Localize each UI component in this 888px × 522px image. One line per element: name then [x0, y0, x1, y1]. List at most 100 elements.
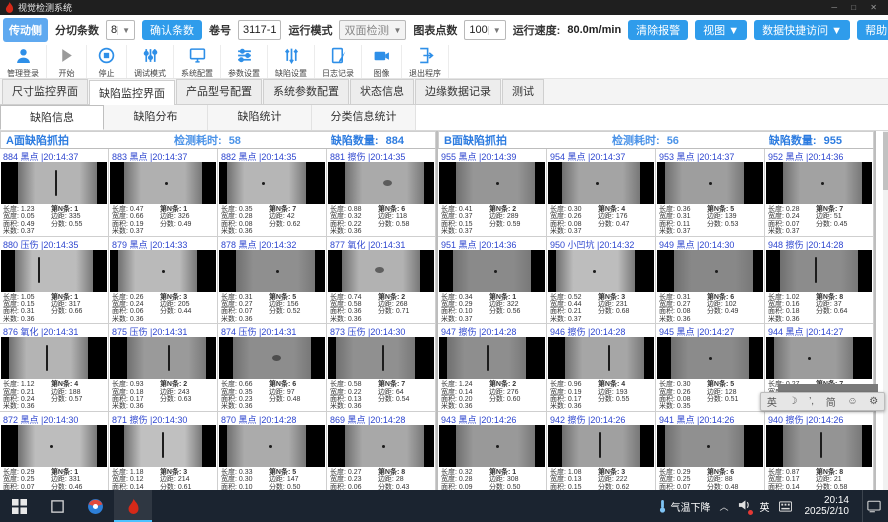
defect-snapshot-image[interactable]: [1, 250, 107, 292]
defect-snapshot-image[interactable]: [766, 337, 872, 379]
subtab-缺陷分布[interactable]: 缺陷分布: [104, 105, 208, 130]
volume-button[interactable]: [738, 499, 751, 514]
defect-cell[interactable]: 952 黑点 |20:14:36 长度: 0.28第N条: 7 宽度: 0.24…: [765, 149, 874, 237]
defect-snapshot-image[interactable]: [1, 162, 107, 204]
defect-cell[interactable]: 951 黑点 |20:14:36 长度: 0.34第N条: 1 宽度: 0.29…: [438, 237, 547, 325]
help-menu-button[interactable]: 帮助 ▼: [857, 20, 888, 40]
defect-cell[interactable]: 874 压伤 |20:14:31 长度: 0.66第N条: 6 宽度: 0.35…: [218, 324, 327, 412]
window-controls[interactable]: ─ □ ✕: [831, 3, 883, 12]
defect-snapshot-image[interactable]: [439, 250, 545, 292]
defect-cell[interactable]: 955 黑点 |20:14:39 长度: 0.41第N条: 2 宽度: 0.37…: [438, 149, 547, 237]
scrollbar-thumb[interactable]: [883, 132, 888, 190]
subtab-缺陷信息[interactable]: 缺陷信息: [0, 105, 104, 130]
defect-cell[interactable]: 950 小凹坑 |20:14:32 长度: 0.52第N条: 3 宽度: 0.4…: [547, 237, 656, 325]
defect-snapshot-image[interactable]: [1, 337, 107, 379]
defect-cell[interactable]: 872 黑点 |20:14:30 长度: 0.29第N条: 1 宽度: 0.25…: [0, 412, 109, 500]
defect-snapshot-image[interactable]: [548, 162, 654, 204]
defect-snapshot-image[interactable]: [219, 250, 325, 292]
ime-simplified-toggle[interactable]: 简: [826, 394, 836, 409]
tab-尺寸监控界面[interactable]: 尺寸监控界面: [2, 79, 88, 104]
confirm-strip-count-button[interactable]: 确认条数: [142, 20, 202, 40]
action-sliders-v[interactable]: 调试模式: [127, 45, 174, 78]
defect-snapshot-image[interactable]: [110, 425, 216, 467]
subtab-缺陷统计[interactable]: 缺陷统计: [208, 105, 312, 130]
defect-snapshot-image[interactable]: [766, 425, 872, 467]
defect-cell[interactable]: 942 擦伤 |20:14:26 长度: 1.08第N条: 3 宽度: 0.13…: [547, 412, 656, 500]
defect-cell[interactable]: 940 擦伤 |20:14:26 长度: 0.87第N条: 8 宽度: 0.17…: [765, 412, 874, 500]
defect-cell[interactable]: 875 压伤 |20:14:31 长度: 0.93第N条: 2 宽度: 0.18…: [109, 324, 218, 412]
defect-cell[interactable]: 954 黑点 |20:14:37 长度: 0.30第N条: 4 宽度: 0.26…: [547, 149, 656, 237]
tab-系统参数配置[interactable]: 系统参数配置: [263, 79, 349, 104]
defect-snapshot-image[interactable]: [110, 162, 216, 204]
defect-snapshot-image[interactable]: [439, 425, 545, 467]
defect-cell[interactable]: 883 黑点 |20:14:37 长度: 0.47第N条: 1 宽度: 0.66…: [109, 149, 218, 237]
defect-cell[interactable]: 949 黑点 |20:14:30 长度: 0.31第N条: 6 宽度: 0.27…: [656, 237, 765, 325]
defect-snapshot-image[interactable]: [439, 337, 545, 379]
strip-count-select[interactable]: 8 ▼: [106, 20, 135, 40]
tab-状态信息[interactable]: 状态信息: [350, 79, 414, 104]
defect-cell[interactable]: 873 压伤 |20:14:30 长度: 0.58第N条: 7 宽度: 0.22…: [327, 324, 436, 412]
defect-cell[interactable]: 946 擦伤 |20:14:28 长度: 0.96第N条: 4 宽度: 0.19…: [547, 324, 656, 412]
defect-cell[interactable]: 884 黑点 |20:14:37 长度: 1.23第N条: 1 宽度: 0.05…: [0, 149, 109, 237]
defect-snapshot-image[interactable]: [657, 337, 763, 379]
action-filter[interactable]: 缺陷设置: [268, 45, 315, 78]
action-log[interactable]: 日志记录: [315, 45, 362, 78]
defect-cell[interactable]: 876 氧化 |20:14:31 长度: 1.12第N条: 4 宽度: 0.21…: [0, 324, 109, 412]
defect-cell[interactable]: 880 压伤 |20:14:35 长度: 1.05第N条: 1 宽度: 0.15…: [0, 237, 109, 325]
defect-snapshot-image[interactable]: [548, 425, 654, 467]
defect-cell[interactable]: 870 黑点 |20:14:28 长度: 0.33第N条: 5 宽度: 0.30…: [218, 412, 327, 500]
defect-snapshot-image[interactable]: [110, 337, 216, 379]
action-monitor[interactable]: 系统配置: [174, 45, 221, 78]
taskbar-inspection-app-button[interactable]: [114, 490, 152, 522]
defect-snapshot-image[interactable]: [328, 162, 434, 204]
start-button[interactable]: [0, 490, 38, 522]
data-quick-access-button[interactable]: 数据快捷访问 ▼: [754, 20, 850, 40]
task-view-button[interactable]: [38, 490, 76, 522]
keyboard-icon[interactable]: [779, 501, 792, 512]
defect-cell[interactable]: 953 黑点 |20:14:37 长度: 0.36第N条: 5 宽度: 0.31…: [656, 149, 765, 237]
tray-expand-button[interactable]: ︿: [719, 500, 728, 513]
subtab-分类信息统计[interactable]: 分类信息统计: [312, 105, 416, 130]
defect-snapshot-image[interactable]: [219, 337, 325, 379]
action-exit[interactable]: 退出程序: [402, 45, 449, 78]
weather-widget[interactable]: 气温下降: [658, 499, 710, 514]
defect-cell[interactable]: 878 黑点 |20:14:32 长度: 0.31第N条: 5 宽度: 0.27…: [218, 237, 327, 325]
defect-snapshot-image[interactable]: [548, 337, 654, 379]
emoji-icon[interactable]: ☺: [847, 396, 857, 407]
defect-snapshot-image[interactable]: [439, 162, 545, 204]
tab-缺陷监控界面[interactable]: 缺陷监控界面: [89, 80, 175, 105]
defect-snapshot-image[interactable]: [219, 162, 325, 204]
chart-points-select[interactable]: 100 ▼: [464, 20, 505, 40]
defect-cell[interactable]: 871 擦伤 |20:14:30 长度: 1.18第N条: 3 宽度: 0.12…: [109, 412, 218, 500]
action-stop[interactable]: 停止: [87, 45, 127, 78]
defect-snapshot-image[interactable]: [657, 162, 763, 204]
defect-snapshot-image[interactable]: [657, 425, 763, 467]
roll-number-input[interactable]: 3117-1: [238, 20, 281, 40]
defect-snapshot-image[interactable]: [110, 250, 216, 292]
tab-边缘数据记录[interactable]: 边缘数据记录: [415, 79, 501, 104]
defect-snapshot-image[interactable]: [766, 162, 872, 204]
defect-snapshot-image[interactable]: [328, 250, 434, 292]
vertical-scrollbar[interactable]: [883, 131, 888, 498]
action-camera[interactable]: 图像: [362, 45, 402, 78]
gear-icon[interactable]: ⚙: [869, 396, 878, 407]
ime-lang-toggle[interactable]: 英: [767, 394, 777, 409]
tab-测试[interactable]: 测试: [502, 79, 544, 104]
defect-cell[interactable]: 943 黑点 |20:14:26 长度: 0.32第N条: 1 宽度: 0.28…: [438, 412, 547, 500]
taskbar-clock[interactable]: 20:14 2025/2/10: [801, 495, 854, 517]
tab-产品型号配置[interactable]: 产品型号配置: [176, 79, 262, 104]
defect-snapshot-image[interactable]: [328, 425, 434, 467]
taskbar-browser-button[interactable]: [76, 490, 114, 522]
action-play[interactable]: 开始: [47, 45, 87, 78]
defect-snapshot-image[interactable]: [766, 250, 872, 292]
action-sliders-h[interactable]: 参数设置: [221, 45, 268, 78]
defect-cell[interactable]: 869 黑点 |20:14:28 长度: 0.27第N条: 8 宽度: 0.23…: [327, 412, 436, 500]
defect-cell[interactable]: 882 黑点 |20:14:35 长度: 0.35第N条: 7 宽度: 0.28…: [218, 149, 327, 237]
defect-cell[interactable]: 941 黑点 |20:14:26 长度: 0.29第N条: 6 宽度: 0.25…: [656, 412, 765, 500]
defect-cell[interactable]: 877 氧化 |20:14:31 长度: 0.74第N条: 2 宽度: 0.58…: [327, 237, 436, 325]
moon-icon[interactable]: ☽: [788, 396, 797, 407]
view-menu-button[interactable]: 视图 ▼: [695, 20, 747, 40]
defect-cell[interactable]: 881 擦伤 |20:14:35 长度: 0.88第N条: 6 宽度: 0.32…: [327, 149, 436, 237]
run-mode-select[interactable]: 双面检测 ▼: [339, 20, 406, 40]
clear-alarm-button[interactable]: 清除报警: [628, 20, 688, 40]
